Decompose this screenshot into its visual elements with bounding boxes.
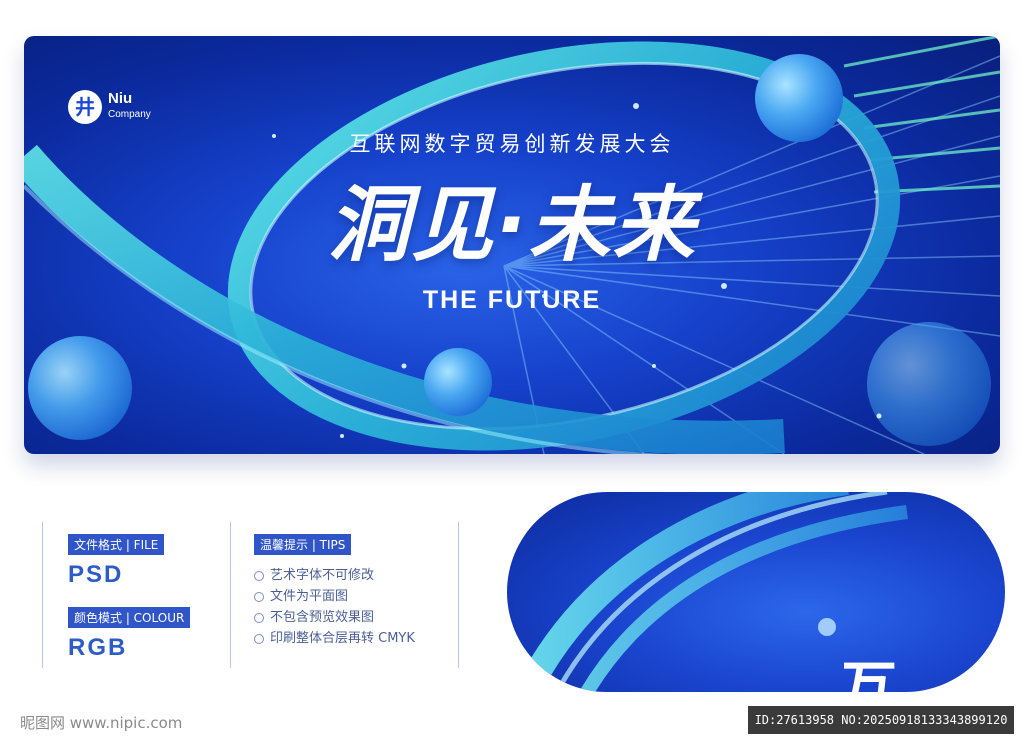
file-info: 文件格式 | FILE PSD 颜色模式 | COLOUR RGB [68,534,191,662]
tips-info: 温馨提示 | TIPS 艺术字体不可修改 文件为平面图 不包含预览效果图 印刷整… [254,534,415,649]
bullet-icon [254,591,264,602]
logo-name: Niu [108,90,133,107]
tip-item: 艺术字体不可修改 [254,565,415,586]
tip-item: 不包含预览效果图 [254,607,415,628]
tip-item: 印刷整体合层再转 CMYK [254,628,415,649]
english-title: THE FUTURE [422,286,602,314]
image-id-bar: ID:27613958 NO:20250918133343899120 [748,706,1014,734]
bullet-icon [254,633,264,644]
detail-ring-art [515,492,908,692]
logo-subname: Company [108,109,151,120]
detail-preview-crop: 互 [507,492,1005,692]
logo-mark-icon: 井 [68,90,102,124]
colour-mode-tag: 颜色模式 | COLOUR [68,607,191,628]
event-subtitle: 互联网数字贸易创新发展大会 [349,132,675,156]
company-logo: 井 Niu Company [68,88,188,128]
divider-line [42,522,43,668]
watermark-site: 昵图网 www.nipic.com [20,714,183,732]
bullet-icon [254,570,264,581]
file-format-value: PSD [68,561,124,588]
bullet-icon [254,612,264,623]
file-format-tag: 文件格式 | FILE [68,534,165,555]
tip-item: 文件为平面图 [254,586,415,607]
divider-line [458,522,459,668]
colour-mode-value: RGB [68,634,128,661]
detail-preview-text: 互 [840,655,909,692]
tips-tag: 温馨提示 | TIPS [254,534,352,555]
headline-title: 洞见·未来 [327,178,697,273]
divider-line [230,522,231,668]
